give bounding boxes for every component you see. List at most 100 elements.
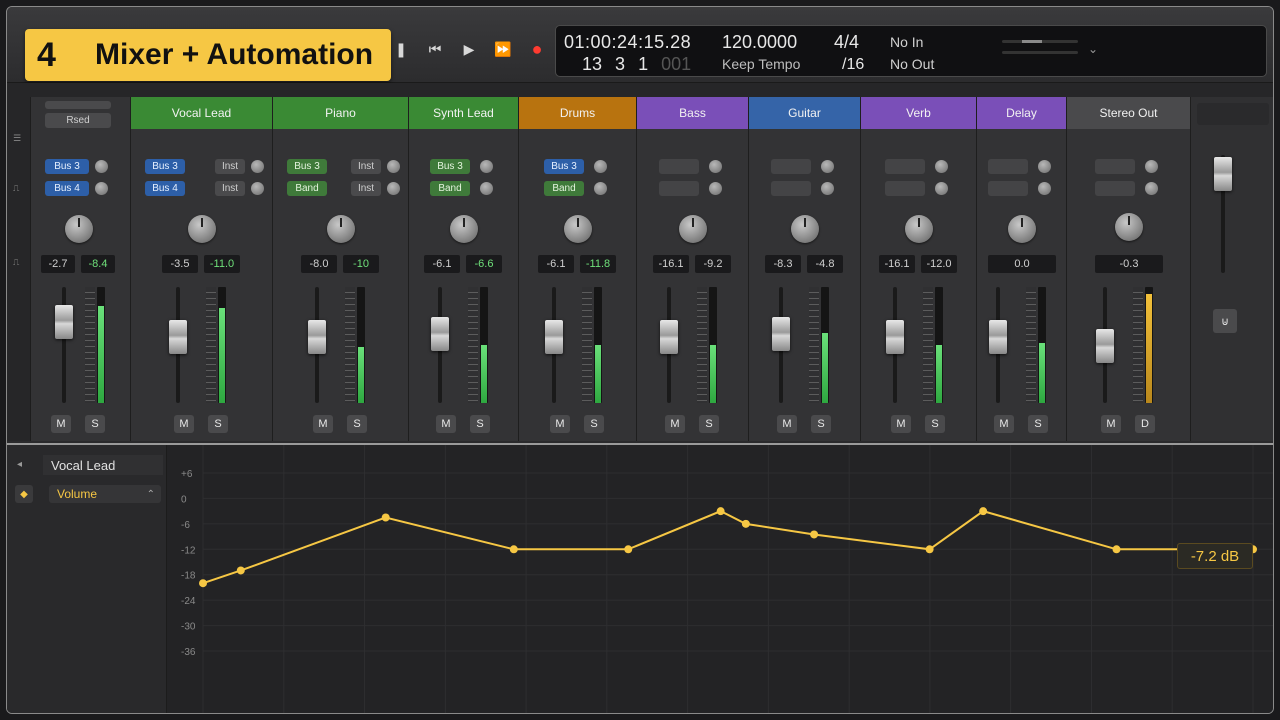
pan-knob[interactable] <box>905 215 933 243</box>
send-slot[interactable]: Bus 3 <box>145 159 185 174</box>
disclosure-icon[interactable]: ◂ <box>17 459 22 470</box>
send-slot-2[interactable]: Inst <box>351 159 381 174</box>
tempo-mode[interactable]: Keep Tempo <box>722 56 800 72</box>
automation-point[interactable] <box>716 507 725 516</box>
volume-fader[interactable] <box>308 319 326 354</box>
channel-name[interactable]: Piano <box>273 97 408 129</box>
automation-point[interactable] <box>741 519 750 528</box>
volume-fader[interactable] <box>886 319 904 354</box>
master-slot[interactable] <box>1197 103 1269 125</box>
solo-button[interactable]: S <box>208 415 228 433</box>
mute-button[interactable]: M <box>436 415 456 433</box>
play-icon[interactable]: ▶ <box>459 39 479 59</box>
channel-name[interactable]: Delay <box>977 97 1066 129</box>
sends-icon[interactable]: ⎍ <box>13 183 25 193</box>
channel-name[interactable]: Bass <box>637 97 748 129</box>
automation-point[interactable] <box>925 545 934 554</box>
send-knob[interactable] <box>709 182 722 195</box>
pan-knob[interactable] <box>327 215 355 243</box>
master-fader[interactable] <box>1214 157 1232 191</box>
mute-button[interactable]: M <box>994 415 1014 433</box>
pan-knob[interactable] <box>791 215 819 243</box>
send-slot[interactable]: Bus 3 <box>430 159 470 174</box>
automation-point[interactable] <box>810 530 819 539</box>
automation-point[interactable] <box>236 566 245 575</box>
input-slot[interactable] <box>45 101 111 109</box>
dim-button[interactable]: D <box>1135 415 1155 433</box>
time-signature[interactable]: 4/4 <box>834 32 859 53</box>
send-slot[interactable] <box>1095 159 1135 174</box>
send-slot[interactable]: Bus 4 <box>145 181 185 196</box>
input-fader[interactable] <box>55 305 73 339</box>
send-slot[interactable]: Band <box>430 181 470 196</box>
input-mute-button[interactable]: M <box>51 415 71 433</box>
send-knob[interactable] <box>821 160 834 173</box>
input-send-2[interactable]: Bus 4 <box>45 181 89 196</box>
send-knob[interactable] <box>251 160 264 173</box>
send-slot[interactable] <box>885 159 925 174</box>
input-send-2-knob[interactable] <box>95 182 108 195</box>
fast-forward-icon[interactable]: ⏩ <box>493 39 513 59</box>
mute-button[interactable]: M <box>777 415 797 433</box>
send-slot-2[interactable]: Inst <box>215 181 245 196</box>
channel-name[interactable]: Stereo Out <box>1067 97 1190 129</box>
solo-button[interactable]: S <box>347 415 367 433</box>
mute-button[interactable]: M <box>665 415 685 433</box>
channel-name[interactable]: Vocal Lead <box>131 97 272 129</box>
send-knob[interactable] <box>387 160 400 173</box>
pan-knob[interactable] <box>1115 213 1143 241</box>
send-knob[interactable] <box>251 182 264 195</box>
pan-knob[interactable] <box>1008 215 1036 243</box>
division-display[interactable]: /16 <box>842 56 864 74</box>
send-knob[interactable] <box>1038 182 1051 195</box>
input-solo-button[interactable]: S <box>85 415 105 433</box>
channel-name[interactable]: Guitar <box>749 97 860 129</box>
solo-button[interactable]: S <box>470 415 490 433</box>
send-knob[interactable] <box>821 182 834 195</box>
send-slot[interactable]: Bus 3 <box>287 159 327 174</box>
send-slot[interactable] <box>659 181 699 196</box>
pan-knob[interactable] <box>188 215 216 243</box>
rewind-icon[interactable]: ❚ <box>391 39 411 59</box>
volume-fader[interactable] <box>660 319 678 354</box>
pan-knob[interactable] <box>450 215 478 243</box>
send-slot[interactable] <box>885 181 925 196</box>
input-display[interactable]: No In <box>890 34 923 50</box>
send-knob[interactable] <box>935 160 948 173</box>
input-send-1[interactable]: Bus 3 <box>45 159 89 174</box>
send-slot[interactable] <box>659 159 699 174</box>
input-send-1-knob[interactable] <box>95 160 108 173</box>
channel-name[interactable]: Synth Lead <box>409 97 518 129</box>
automation-point[interactable] <box>381 513 390 522</box>
send-slot[interactable] <box>771 159 811 174</box>
volume-fader[interactable] <box>989 319 1007 354</box>
link-icon[interactable]: ⊍ <box>1213 309 1237 333</box>
mute-button[interactable]: M <box>550 415 570 433</box>
send-knob[interactable] <box>594 182 607 195</box>
send-knob[interactable] <box>594 160 607 173</box>
volume-fader[interactable] <box>545 319 563 354</box>
send-knob[interactable] <box>709 160 722 173</box>
channel-name[interactable]: Verb <box>861 97 976 129</box>
solo-button[interactable]: S <box>1028 415 1048 433</box>
send-slot[interactable] <box>771 181 811 196</box>
mute-button[interactable]: M <box>313 415 333 433</box>
send-knob[interactable] <box>1145 182 1158 195</box>
input-pan-knob[interactable] <box>65 215 93 243</box>
mute-button[interactable]: M <box>1101 415 1121 433</box>
setting-icon[interactable]: ☰ <box>13 133 25 143</box>
pan-knob[interactable] <box>679 215 707 243</box>
solo-button[interactable]: S <box>699 415 719 433</box>
send-knob[interactable] <box>480 182 493 195</box>
automation-point[interactable] <box>1112 545 1121 554</box>
send-knob[interactable] <box>1145 160 1158 173</box>
solo-button[interactable]: S <box>584 415 604 433</box>
send-slot[interactable] <box>1095 181 1135 196</box>
solo-button[interactable]: S <box>925 415 945 433</box>
send-knob[interactable] <box>935 182 948 195</box>
volume-fader[interactable] <box>1096 329 1114 364</box>
lcd-display[interactable]: 01:00:24:15.28 13 3 1 001 120.0000 Keep … <box>555 25 1267 77</box>
automation-curve[interactable] <box>202 510 1253 585</box>
send-slot[interactable]: Band <box>544 181 584 196</box>
send-slot-2[interactable]: Inst <box>215 159 245 174</box>
